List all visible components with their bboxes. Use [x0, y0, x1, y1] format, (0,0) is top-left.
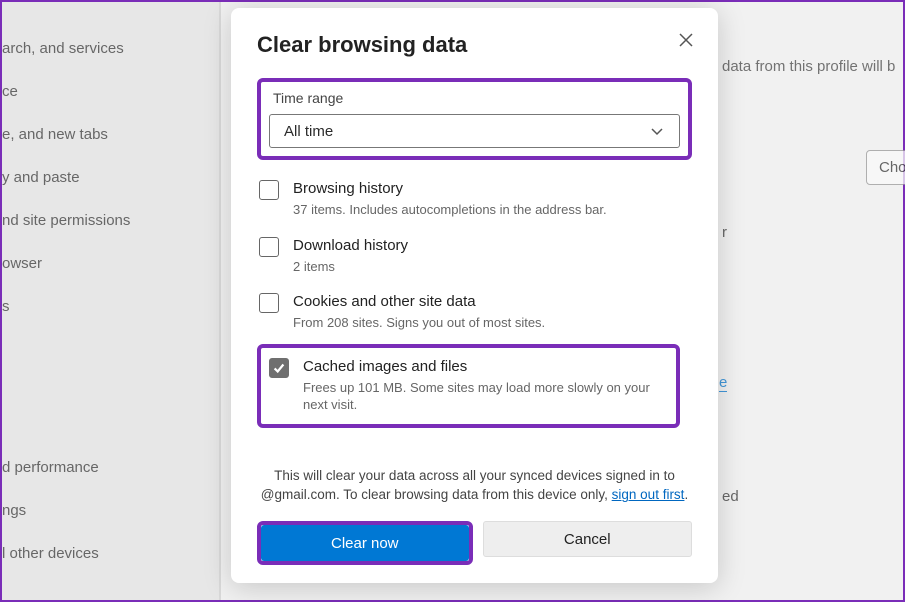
dialog-title: Clear browsing data: [257, 32, 692, 58]
nav-item[interactable]: y and paste: [2, 169, 219, 186]
item-title: Browsing history: [293, 180, 607, 197]
item-desc: 2 items: [293, 258, 408, 276]
item-title: Download history: [293, 237, 408, 254]
time-range-label: Time range: [273, 90, 682, 106]
time-range-value: All time: [284, 123, 333, 140]
highlight-clear-now: Clear now: [257, 521, 473, 565]
nav-item[interactable]: nd site permissions: [2, 212, 219, 229]
highlight-cached: Cached images and files Frees up 101 MB.…: [257, 344, 680, 428]
item-desc: Frees up 101 MB. Some sites may load mor…: [303, 379, 668, 414]
list-item-browsing-history: Browsing history 37 items. Includes auto…: [257, 174, 680, 231]
nav-item[interactable]: ngs: [2, 502, 219, 519]
item-desc: 37 items. Includes autocompletions in th…: [293, 201, 607, 219]
bg-text-fragment: ed: [722, 488, 739, 505]
nav-item[interactable]: d performance: [2, 459, 219, 476]
highlight-time-range: Time range All time: [257, 78, 692, 160]
time-range-select[interactable]: All time: [269, 114, 680, 148]
nav-item[interactable]: e, and new tabs: [2, 126, 219, 143]
sync-note: This will clear your data across all you…: [257, 466, 692, 505]
settings-nav: arch, and services ce e, and new tabs y …: [2, 40, 219, 562]
nav-item[interactable]: arch, and services: [2, 40, 219, 57]
bg-text-fragment: r: [722, 224, 727, 241]
checkbox-cookies[interactable]: [259, 293, 279, 313]
nav-item[interactable]: l other devices: [2, 545, 219, 562]
clear-browsing-data-dialog: Clear browsing data Time range All time …: [231, 8, 718, 583]
list-item-cached: Cached images and files Frees up 101 MB.…: [267, 352, 670, 420]
checkmark-icon: [272, 361, 286, 375]
bg-text-fragment: data from this profile will b: [722, 58, 905, 75]
item-desc: From 208 sites. Signs you out of most si…: [293, 314, 545, 332]
item-title: Cached images and files: [303, 358, 668, 375]
nav-item[interactable]: ce: [2, 83, 219, 100]
data-types-list[interactable]: Browsing history 37 items. Includes auto…: [257, 174, 692, 456]
sign-out-link[interactable]: sign out first: [612, 487, 685, 502]
list-item-cookies: Cookies and other site data From 208 sit…: [257, 287, 680, 344]
nav-item[interactable]: s: [2, 298, 219, 315]
cancel-button[interactable]: Cancel: [483, 521, 693, 557]
dialog-buttons: Clear now Cancel: [257, 521, 692, 565]
clear-now-button[interactable]: Clear now: [261, 525, 469, 561]
checkbox-browsing-history[interactable]: [259, 180, 279, 200]
choose-button[interactable]: Cho: [866, 150, 905, 185]
list-item-download-history: Download history 2 items: [257, 231, 680, 288]
chevron-down-icon: [649, 123, 665, 139]
item-title: Cookies and other site data: [293, 293, 545, 310]
close-icon: [678, 32, 694, 48]
checkbox-cached[interactable]: [269, 358, 289, 378]
close-button[interactable]: [672, 26, 700, 54]
nav-item[interactable]: owser: [2, 255, 219, 272]
bg-link-fragment[interactable]: e: [719, 374, 727, 392]
checkbox-download-history[interactable]: [259, 237, 279, 257]
